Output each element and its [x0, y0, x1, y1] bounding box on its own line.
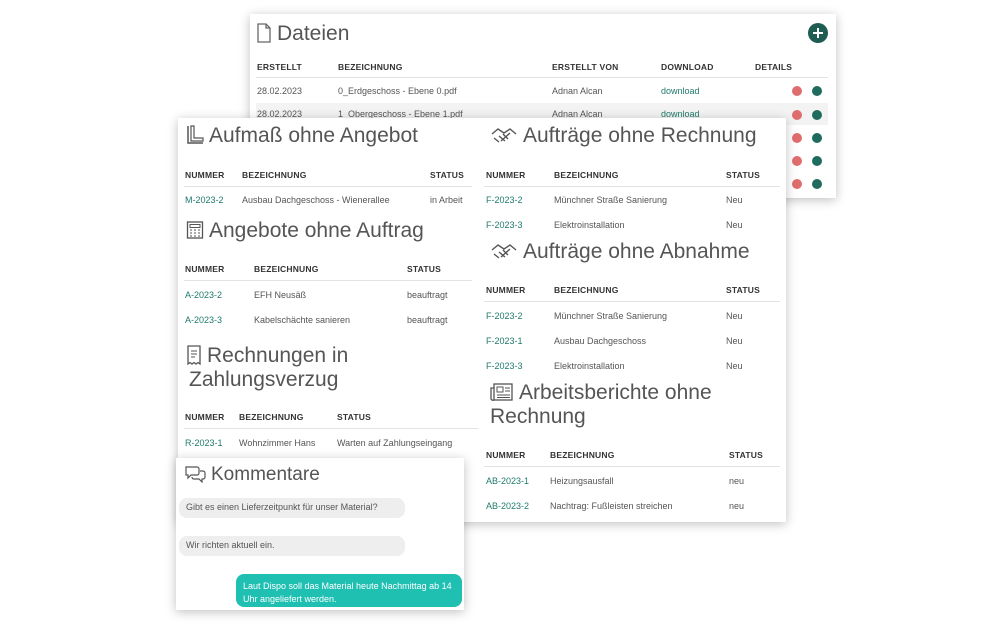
delete-icon[interactable] — [792, 133, 802, 143]
search-icon[interactable] — [812, 133, 822, 143]
comment-bubble: Gibt es einen Lieferzeitpunkt für unser … — [179, 498, 405, 518]
col-details: DETAILS — [755, 62, 793, 72]
plus-icon — [813, 28, 823, 38]
file-icon — [257, 23, 271, 43]
newspaper-icon — [490, 383, 513, 401]
delete-icon[interactable] — [792, 179, 802, 189]
search-icon[interactable] — [812, 110, 822, 120]
dateien-title: Dateien — [256, 22, 349, 46]
rechnungen-title: Rechnungen in — [186, 344, 348, 368]
rechnungen-title-line2: Zahlungsverzug — [189, 368, 339, 391]
handshake-icon — [491, 128, 517, 143]
angebote-title: Angebote ohne Auftrag — [186, 219, 424, 243]
invoice-icon — [187, 345, 201, 366]
delete-icon[interactable] — [792, 110, 802, 120]
col-bezeichnung: BEZEICHNUNG — [338, 62, 403, 72]
search-icon[interactable] — [812, 156, 822, 166]
auftraege-rechnung-title: Aufträge ohne Rechnung — [490, 124, 757, 148]
comment-bubble: Wir richten aktuell ein. — [179, 536, 405, 556]
add-file-button[interactable] — [808, 23, 828, 43]
chat-icon — [185, 466, 206, 484]
handshake-icon — [491, 244, 517, 259]
col-erstellt-von: ERSTELLT VON — [552, 62, 619, 72]
arbeitsberichte-title-line2: Rechnung — [490, 405, 586, 428]
comment-bubble-own: Laut Dispo soll das Material heute Nachm… — [236, 574, 462, 607]
search-icon[interactable] — [812, 86, 822, 96]
col-erstellt: ERSTELLT — [257, 62, 302, 72]
delete-icon[interactable] — [792, 156, 802, 166]
kommentare-title: Kommentare — [184, 463, 320, 487]
calculator-icon — [186, 221, 204, 239]
download-link[interactable]: download — [661, 86, 700, 96]
delete-icon[interactable] — [792, 86, 802, 96]
arbeitsberichte-title: Arbeitsberichte ohne — [490, 381, 712, 405]
col-download: DOWNLOAD — [661, 62, 714, 72]
aufmass-title: Aufmaß ohne Angebot — [186, 124, 418, 148]
search-icon[interactable] — [812, 179, 822, 189]
kommentare-card: Kommentare Gibt es einen Lieferzeitpunkt… — [176, 458, 464, 610]
auftraege-abnahme-title: Aufträge ohne Abnahme — [490, 240, 750, 264]
ruler-icon — [187, 125, 204, 144]
